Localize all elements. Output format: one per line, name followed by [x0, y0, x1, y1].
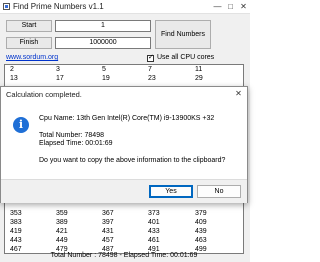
- cpu-name-text: Cpu Name: 13th Gen Intel(R) Core(TM) i9-…: [39, 115, 215, 122]
- total-number-text: Total Number: 78498: [39, 132, 104, 139]
- prime-cell: 431: [102, 228, 114, 235]
- dialog-close-button[interactable]: ✕: [232, 88, 245, 100]
- table-row[interactable]: 2 3 5 7 11: [5, 65, 243, 74]
- prime-cell: 449: [56, 237, 68, 244]
- prime-cell: 367: [102, 210, 114, 217]
- prime-cell: 359: [56, 210, 68, 217]
- dialog-title: Calculation completed.: [6, 90, 82, 99]
- prime-cell: 461: [148, 237, 160, 244]
- prime-cell: 379: [195, 210, 207, 217]
- prime-cell: 373: [148, 210, 160, 217]
- dialog-question: Do you want to copy the above informatio…: [39, 157, 226, 164]
- dialog-footer: Yes No: [1, 179, 247, 203]
- status-bar: Total Number : 78498 - Elapsed Time: 00:…: [50, 252, 198, 259]
- table-row[interactable]: 443 449 457 461 463: [5, 236, 243, 245]
- yes-button[interactable]: Yes: [149, 185, 193, 198]
- finish-input[interactable]: 1000000: [55, 37, 151, 49]
- prime-cell: 463: [195, 237, 207, 244]
- prime-cell: 409: [195, 219, 207, 226]
- prime-cell: 13: [10, 75, 18, 82]
- prime-cell: 19: [102, 75, 110, 82]
- prime-cell: 23: [148, 75, 156, 82]
- table-row[interactable]: 419 421 431 433 439: [5, 227, 243, 236]
- prime-cell: 7: [148, 66, 152, 73]
- results-bottom-rows: 353 359 367 373 379 383 389 397 401 409 419 421 431 4…: [5, 209, 243, 253]
- prime-cell: 457: [102, 237, 114, 244]
- dialog-titlebar: Calculation completed. ✕: [1, 87, 247, 101]
- minimize-button[interactable]: —: [211, 0, 224, 13]
- no-button[interactable]: No: [197, 185, 241, 198]
- prime-cell: 383: [10, 219, 22, 226]
- prime-cell: 2: [10, 66, 14, 73]
- prime-cell: 29: [195, 75, 203, 82]
- prime-cell: 389: [56, 219, 68, 226]
- results-top-rows: 2 3 5 7 11 13 17 19 23 29: [5, 65, 243, 83]
- start-label: Start: [6, 20, 52, 32]
- prime-cell: 433: [148, 228, 160, 235]
- prime-cell: 3: [56, 66, 60, 73]
- website-link[interactable]: www.sordum.org: [6, 54, 58, 61]
- table-row[interactable]: 353 359 367 373 379: [5, 209, 243, 218]
- prime-cell: 419: [10, 228, 22, 235]
- maximize-button[interactable]: □: [224, 0, 237, 13]
- window-title: Find Prime Numbers v1.1: [13, 2, 104, 11]
- prime-cell: 401: [148, 219, 160, 226]
- prime-cell: 17: [56, 75, 64, 82]
- prime-cell: 443: [10, 237, 22, 244]
- prime-cell: 439: [195, 228, 207, 235]
- prime-cell: 353: [10, 210, 22, 217]
- close-button[interactable]: ✕: [237, 0, 250, 13]
- dialog-body: i Cpu Name: 13th Gen Intel(R) Core(TM) i…: [1, 101, 247, 165]
- table-row[interactable]: 13 17 19 23 29: [5, 74, 243, 83]
- titlebar: Find Prime Numbers v1.1 — □ ✕: [0, 0, 250, 14]
- prime-cell: 421: [56, 228, 68, 235]
- start-input[interactable]: 1: [55, 20, 151, 32]
- elapsed-time-text: Elapsed Time: 00:01:69: [39, 140, 113, 147]
- prime-cell: 397: [102, 219, 114, 226]
- prime-cell: 11: [195, 66, 203, 73]
- info-icon: i: [13, 117, 29, 133]
- table-row[interactable]: 383 389 397 401 409: [5, 218, 243, 227]
- finish-label: Finish: [6, 37, 52, 49]
- completion-dialog: Calculation completed. ✕ i Cpu Name: 13t…: [0, 86, 248, 203]
- prime-cell: 5: [102, 66, 106, 73]
- use-all-cores-label[interactable]: Use all CPU cores: [157, 54, 214, 61]
- checkmark-icon: ✓: [148, 54, 154, 61]
- find-numbers-button[interactable]: Find Numbers: [155, 20, 211, 49]
- use-all-cores-checkbox[interactable]: ✓: [147, 54, 154, 62]
- app-icon: [3, 3, 10, 10]
